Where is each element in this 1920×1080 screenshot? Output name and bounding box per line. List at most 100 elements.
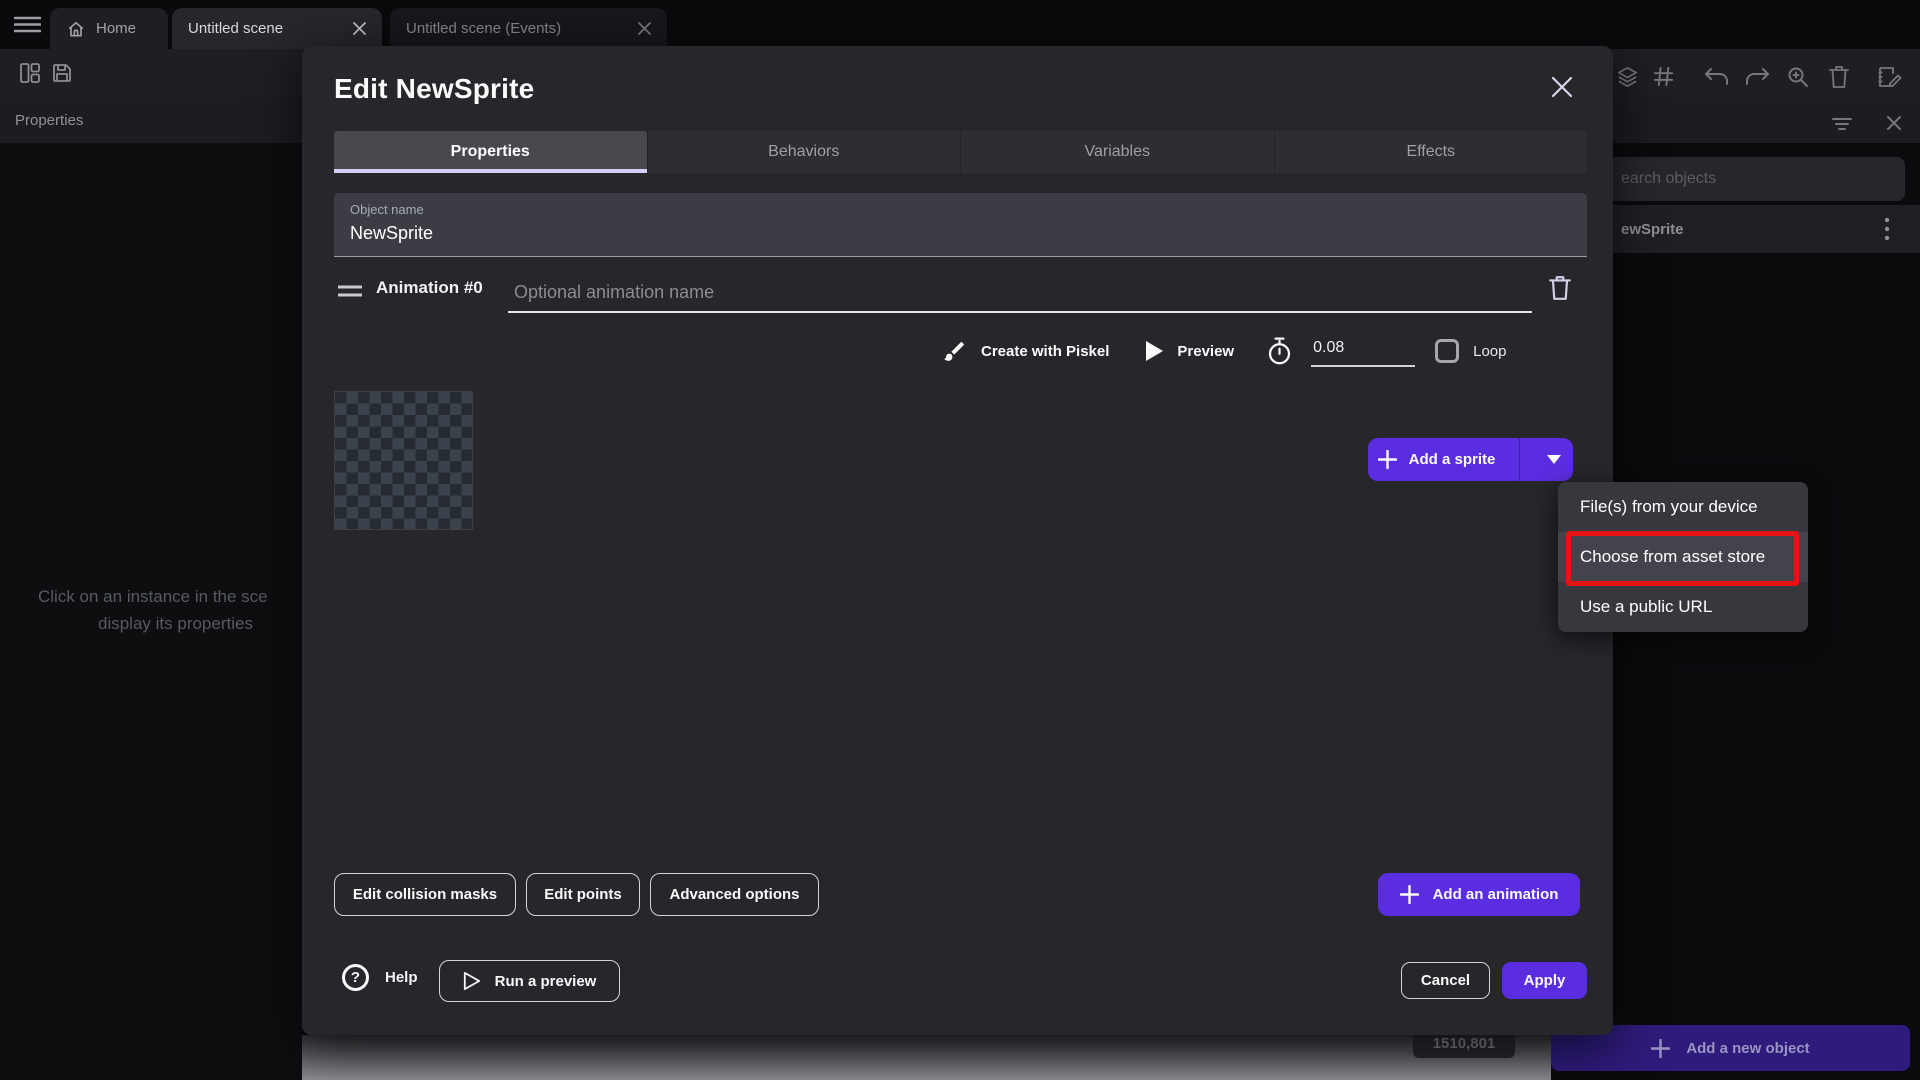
undo-icon (1704, 67, 1730, 87)
save-button[interactable] (50, 60, 74, 86)
properties-panel-header: Properties (0, 98, 302, 143)
close-tab-icon[interactable] (638, 22, 651, 35)
tab-effects-label: Effects (1406, 143, 1455, 161)
close-panel-button[interactable] (1886, 115, 1902, 131)
home-icon (66, 19, 86, 39)
delete-animation-button[interactable] (1547, 275, 1573, 301)
cancel-label: Cancel (1421, 972, 1470, 989)
edit-points-button[interactable]: Edit points (526, 873, 640, 916)
object-item-menu-button[interactable] (1884, 217, 1890, 241)
advanced-options-label: Advanced options (669, 886, 799, 903)
stopwatch-icon (1266, 337, 1293, 366)
menu-item-files-from-device[interactable]: File(s) from your device (1558, 482, 1808, 532)
play-outline-icon (463, 971, 481, 991)
trash-icon (1828, 65, 1850, 89)
main-menu-button[interactable] (14, 16, 41, 33)
add-sprite-dropdown-button[interactable] (1534, 438, 1573, 481)
animation-name-label: Animation #0 (376, 278, 483, 298)
tab-properties-label: Properties (451, 143, 530, 161)
close-icon (1886, 115, 1902, 131)
question-glyph: ? (351, 969, 360, 986)
toggle-panels-button[interactable] (18, 60, 42, 86)
plus-icon (1400, 885, 1419, 904)
create-with-piskel-label: Create with Piskel (981, 343, 1109, 360)
filter-button[interactable] (1832, 117, 1852, 131)
search-objects-placeholder: earch objects (1621, 170, 1716, 188)
play-icon (1145, 341, 1163, 361)
zoom-button[interactable] (1786, 65, 1810, 89)
tab-home[interactable]: Home (50, 8, 168, 49)
add-sprite-main[interactable]: Add a sprite (1368, 438, 1505, 481)
tab-untitled-scene[interactable]: Untitled scene (172, 8, 382, 49)
scene-canvas-strip (302, 1035, 1551, 1080)
trash-icon (1547, 275, 1573, 301)
menu-item-label: Use a public URL (1580, 597, 1712, 617)
time-between-frames-input[interactable]: 0.08 (1311, 335, 1415, 367)
tab-effects[interactable]: Effects (1274, 131, 1588, 173)
edit-collision-masks-label: Edit collision masks (353, 886, 497, 903)
preview-animation-button[interactable]: Preview (1145, 341, 1234, 361)
preview-label: Preview (1177, 343, 1234, 360)
tab-variables[interactable]: Variables (960, 131, 1274, 173)
dialog-close-button[interactable] (1549, 74, 1575, 100)
advanced-options-button[interactable]: Advanced options (650, 873, 819, 916)
plus-icon (1651, 1039, 1670, 1058)
add-new-object-label: Add a new object (1686, 1040, 1809, 1057)
object-name-field[interactable]: Object name NewSprite (334, 193, 1587, 257)
help-button[interactable]: ? Help (342, 964, 418, 991)
tab-properties[interactable]: Properties (334, 131, 647, 173)
properties-empty-message-line1: Click on an instance in the sce (38, 587, 268, 607)
close-tab-icon[interactable] (353, 22, 366, 35)
properties-panel-body (0, 143, 302, 1080)
chevron-down-icon (1547, 455, 1561, 464)
properties-panel-title: Properties (15, 112, 83, 129)
layers-icon (1616, 65, 1639, 88)
edit-points-label: Edit points (544, 886, 622, 903)
apply-label: Apply (1524, 972, 1566, 989)
object-name-value: NewSprite (350, 223, 1571, 244)
dialog-tab-bar: Properties Behaviors Variables Effects (334, 131, 1587, 173)
menu-item-choose-from-asset-store[interactable]: Choose from asset store (1558, 532, 1808, 582)
create-with-piskel-button[interactable]: Create with Piskel (942, 339, 1109, 364)
loop-checkbox[interactable] (1435, 339, 1459, 363)
properties-empty-message-line2: display its properties (98, 614, 253, 634)
edit-collision-masks-button[interactable]: Edit collision masks (334, 873, 516, 916)
grid-button[interactable] (1652, 65, 1675, 88)
time-between-frames-value: 0.08 (1313, 339, 1344, 356)
plus-icon (1378, 450, 1397, 469)
loop-label: Loop (1473, 343, 1506, 360)
redo-button[interactable] (1744, 67, 1770, 87)
tab-behaviors[interactable]: Behaviors (647, 131, 961, 173)
run-a-preview-label: Run a preview (495, 973, 597, 990)
animation-drag-handle[interactable] (338, 284, 362, 298)
menu-item-use-public-url[interactable]: Use a public URL (1558, 582, 1808, 632)
zoom-in-icon (1786, 65, 1810, 89)
edit-newsprite-dialog: Edit NewSprite Properties Behaviors Vari… (302, 46, 1613, 1035)
notebook-edit-icon (1876, 64, 1902, 90)
run-a-preview-button[interactable]: Run a preview (439, 960, 620, 1002)
add-an-animation-label: Add an animation (1433, 886, 1559, 903)
search-objects-input[interactable]: earch objects (1567, 157, 1905, 201)
edit-scene-properties-button[interactable] (1876, 64, 1902, 90)
undo-button[interactable] (1704, 67, 1730, 87)
tab-behaviors-label: Behaviors (768, 143, 839, 161)
sprite-frame-placeholder[interactable] (334, 391, 473, 530)
menu-item-label: File(s) from your device (1580, 497, 1758, 517)
layers-button[interactable] (1616, 65, 1639, 88)
delete-button[interactable] (1828, 65, 1850, 89)
animation-name-input[interactable]: Optional animation name (508, 273, 1532, 313)
tab-events-label: Untitled scene (Events) (406, 20, 561, 37)
apply-button[interactable]: Apply (1502, 962, 1587, 999)
save-icon (50, 60, 74, 86)
menu-item-label: Choose from asset store (1580, 547, 1765, 567)
animation-name-placeholder: Optional animation name (514, 282, 714, 303)
filter-icon (1832, 117, 1852, 131)
cancel-button[interactable]: Cancel (1401, 962, 1490, 999)
add-an-animation-button[interactable]: Add an animation (1378, 873, 1580, 916)
tab-variables-label: Variables (1084, 143, 1150, 161)
add-sprite-label: Add a sprite (1409, 451, 1496, 468)
gdevelop-app: Home Untitled scene Untitled scene (Even… (0, 0, 1920, 1080)
help-icon: ? (342, 964, 369, 991)
tab-untitled-scene-events[interactable]: Untitled scene (Events) (390, 8, 667, 49)
add-sprite-button[interactable]: Add a sprite (1368, 438, 1573, 481)
